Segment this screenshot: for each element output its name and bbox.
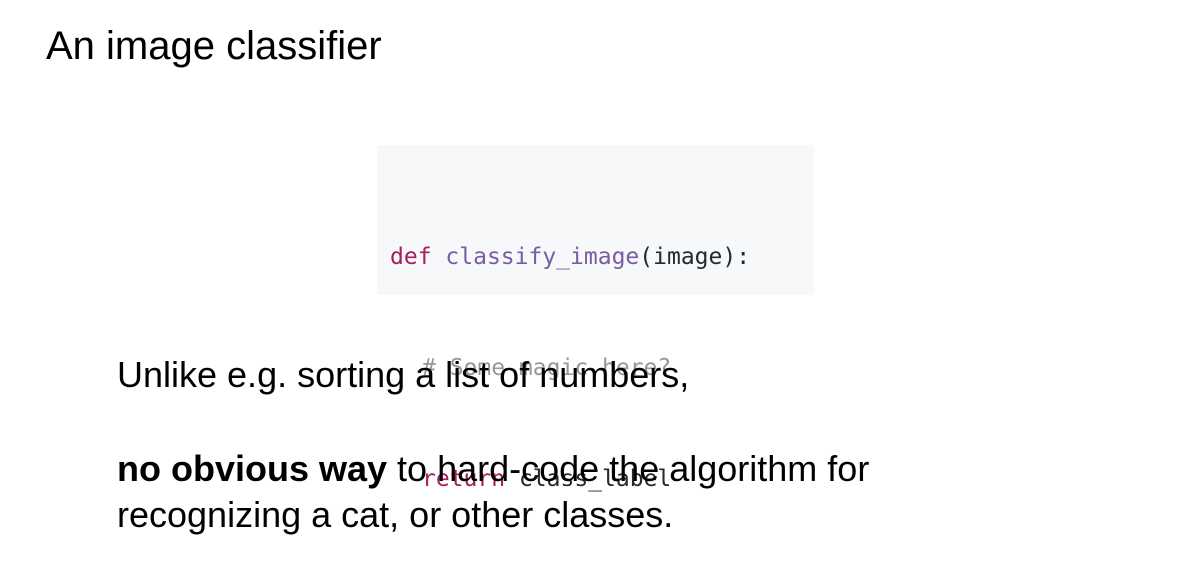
body-paragraph-2-rest: to hard-code the algorithm for [387, 448, 870, 489]
body-text-line-1: Unlike e.g. sorting a list of numbers, [117, 354, 690, 395]
code-block: def classify_image(image): # Some magic … [377, 145, 814, 492]
body-paragraph-2-line-1: no obvious way to hard-code the algorith… [117, 446, 869, 492]
body-paragraph-2: no obvious way to hard-code the algorith… [117, 446, 869, 538]
def-keyword: def [390, 244, 432, 270]
function-signature: (image): [639, 244, 751, 270]
slide-title: An image classifier [46, 24, 382, 68]
function-name: classify_image [445, 244, 640, 270]
body-paragraph-2-line-2: recognizing a cat, or other classes. [117, 494, 674, 535]
bold-phrase: no obvious way [117, 448, 388, 489]
code-line-def: def classify_image(image): [390, 239, 814, 276]
